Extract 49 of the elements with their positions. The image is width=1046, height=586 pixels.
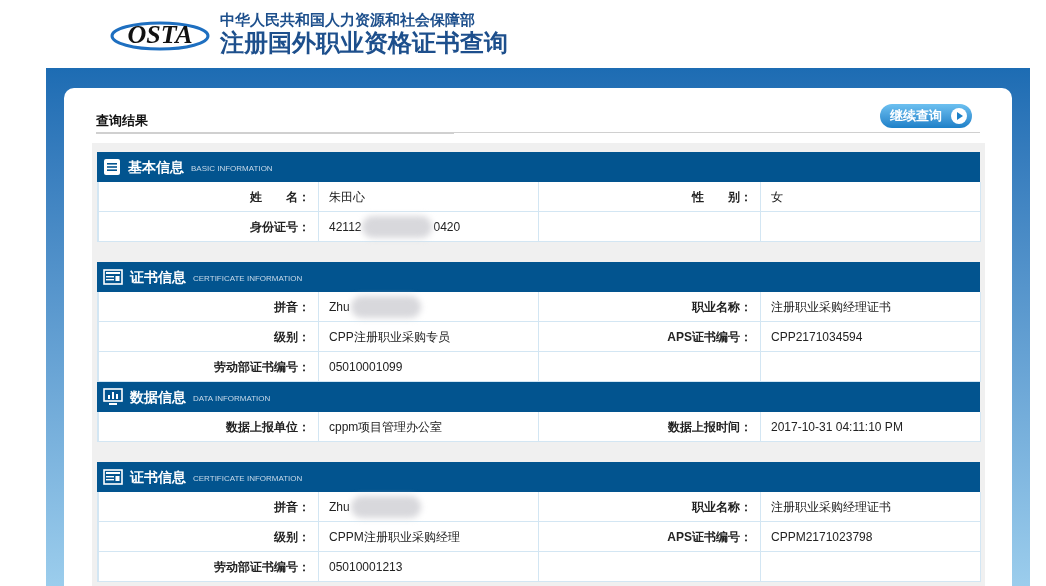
section-title: 证书信息 bbox=[130, 267, 186, 287]
field-label: 姓 名： bbox=[250, 188, 310, 206]
section-title: 证书信息 bbox=[130, 467, 186, 487]
field-label: 拼音： bbox=[274, 498, 310, 516]
list-icon bbox=[103, 158, 121, 176]
result-heading: 查询结果 bbox=[96, 110, 454, 134]
field-value: cppm项目管理办公室 bbox=[329, 418, 443, 436]
field-value: 朱田心 bbox=[329, 188, 365, 206]
ministry-name: 中华人民共和国人力资源和社会保障部 bbox=[220, 11, 476, 29]
field-label: 数据上报时间： bbox=[668, 418, 752, 436]
field-value: 42112 bbox=[329, 218, 362, 236]
field-label: 级别： bbox=[274, 528, 310, 546]
field-value: CPP2171034594 bbox=[771, 328, 863, 346]
field-value: Zhu bbox=[329, 298, 350, 316]
field-label: 劳动部证书编号： bbox=[214, 558, 310, 576]
field-value: CPPM2171023798 bbox=[771, 528, 873, 546]
field-label: 性 别： bbox=[692, 188, 752, 206]
section-title: 数据信息 bbox=[130, 387, 186, 407]
certificate-icon bbox=[103, 469, 123, 485]
section-subtitle: CERTIFICATE INFORMATION bbox=[193, 272, 303, 285]
field-value: 注册职业采购经理证书 bbox=[771, 498, 891, 516]
monitor-chart-icon bbox=[103, 388, 123, 406]
field-value: 05010001099 bbox=[329, 358, 403, 376]
section-subtitle: CERTIFICATE INFORMATION bbox=[193, 472, 303, 485]
play-icon bbox=[950, 107, 968, 125]
field-label: APS证书编号： bbox=[667, 328, 752, 346]
section-subtitle: BASIC INFORMATION bbox=[191, 162, 273, 175]
continue-search-button[interactable]: 继续查询 bbox=[880, 104, 972, 128]
field-value: 女 bbox=[771, 188, 783, 206]
field-label: APS证书编号： bbox=[667, 528, 752, 546]
certificate-icon bbox=[103, 269, 123, 285]
field-label: 职业名称： bbox=[692, 498, 752, 516]
section-title: 基本信息 bbox=[128, 157, 184, 177]
field-label: 劳动部证书编号： bbox=[214, 358, 310, 376]
site-title: 注册国外职业资格证书查询 bbox=[220, 29, 508, 57]
field-value: 注册职业采购经理证书 bbox=[771, 298, 891, 316]
field-label: 级别： bbox=[274, 328, 310, 346]
blurred-text bbox=[362, 215, 433, 238]
field-value: 05010001213 bbox=[329, 558, 403, 576]
field-value: CPPM注册职业采购经理 bbox=[329, 528, 460, 546]
field-label: 拼音： bbox=[274, 298, 310, 316]
field-value: CPP注册职业采购专员 bbox=[329, 328, 450, 346]
section-subtitle: DATA INFORMATION bbox=[193, 392, 271, 405]
field-label: 职业名称： bbox=[692, 298, 752, 316]
field-label: 身份证号： bbox=[250, 218, 310, 236]
field-value: Zhu bbox=[329, 498, 350, 516]
field-value: 2017-10-31 04:11:10 PM bbox=[771, 418, 903, 436]
field-label: 数据上报单位： bbox=[226, 418, 310, 436]
field-value: 0420 bbox=[433, 218, 461, 236]
